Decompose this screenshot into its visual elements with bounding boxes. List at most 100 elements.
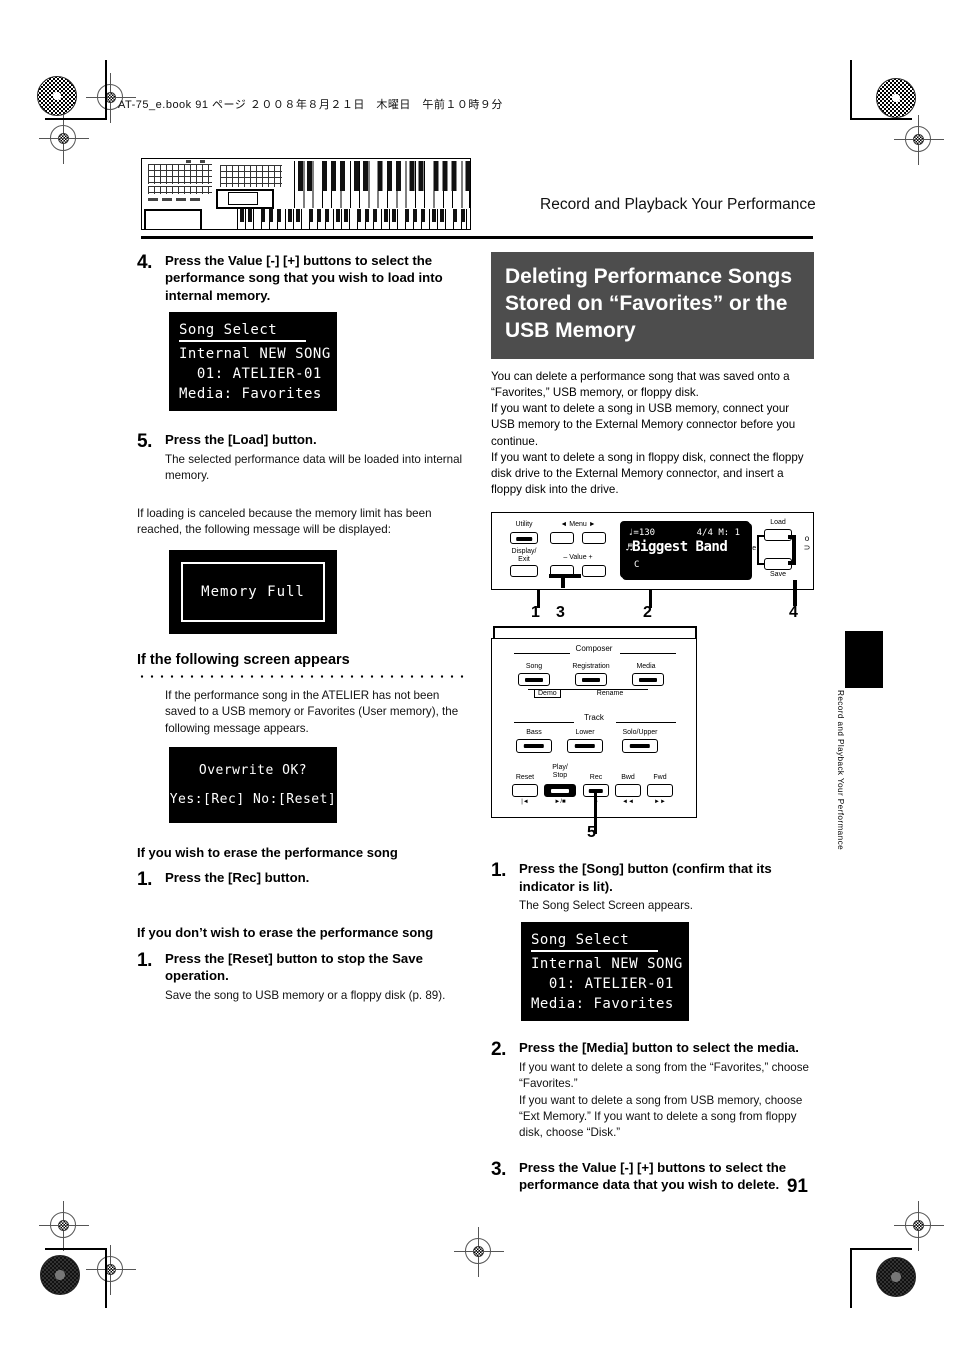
callout-number-4: 4: [789, 604, 798, 622]
banner-line-2: Stored on “Favorites” or the: [505, 291, 788, 315]
following-screen-paragraph: If the performance song in the ATELIER h…: [165, 689, 459, 735]
right-step-3-title: Press the Value [-] [+] buttons to selec…: [519, 1159, 787, 1192]
lcd-song-select-right-line1: Internal NEW SONG: [531, 956, 683, 973]
label-load: Load: [770, 519, 786, 527]
keyboard-panel-dot-c: [176, 198, 186, 201]
step-4: 4. Press the Value [-] [+] buttons to se…: [137, 252, 467, 304]
right-step-2-number: 2.: [491, 1039, 506, 1061]
lower-led-icon: [574, 744, 596, 749]
keyboard-top-switch-b: [200, 160, 205, 163]
banner-line-1: Deleting Performance Songs: [505, 265, 793, 288]
crop-mark-bottomright-v: [850, 1248, 852, 1308]
fwd-icon: ►►: [654, 799, 666, 806]
label-fwd-button: Fwd: [653, 774, 667, 782]
right-step-1: 1. Press the [Song] button (confirm that…: [491, 860, 814, 914]
registration-led-icon: [582, 678, 600, 683]
media-led-icon: [639, 678, 657, 683]
keyboard-upper-black-keys: [294, 161, 470, 191]
demo-connector: [528, 689, 590, 691]
keyboard-drawbar-grid-2: [148, 186, 212, 194]
button-value-plus[interactable]: [582, 565, 606, 578]
panel-right-marks: o ⊃: [803, 534, 811, 552]
right-step-1-note: The Song Select Screen appears.: [519, 899, 694, 913]
erase-step-1-title: Press the [Rec] button.: [165, 870, 310, 886]
right-step-1-number: 1.: [491, 860, 506, 882]
lcd-song-select-line2: 01: ATELIER-01: [179, 366, 322, 383]
label-display-exit: Display/Exit: [511, 548, 537, 563]
intro-paragraph-3: If you want to delete a song in floppy d…: [491, 450, 804, 497]
callout-number-5: 5: [587, 824, 596, 842]
button-reset[interactable]: [512, 784, 538, 798]
button-registration[interactable]: [575, 673, 607, 687]
composer-group-title: Composer: [575, 644, 613, 654]
registration-halftone-topright: [876, 78, 916, 118]
subheading-following-screen: If the following screen appears: [137, 652, 350, 669]
step-5-note: The selected performance data will be lo…: [165, 452, 463, 482]
lcd-song-select-right-line3: Media: Favorites: [531, 996, 674, 1013]
play-stop-led-icon: [551, 789, 569, 794]
crop-mark-bottomleft-v: [105, 1248, 107, 1308]
erase-step-1: 1. Press the [Rec] button.: [137, 869, 467, 891]
registration-halftone-bottomleft: [40, 1255, 80, 1295]
keyboard-highlight-composer: [144, 209, 202, 229]
right-step-2-note1: If you want to delete a song from the “F…: [519, 1060, 809, 1090]
button-solo-upper[interactable]: [622, 739, 658, 754]
label-registration-button: Registration: [572, 663, 610, 671]
button-utility[interactable]: [510, 532, 538, 545]
label-rec-button: Rec: [589, 774, 603, 782]
panel-diagram-bottom: Composer Song Registration Media Demo Re…: [491, 638, 697, 835]
keyboard-tone-buttons: [220, 165, 282, 187]
crop-mark-topleft-h: [45, 118, 107, 120]
crop-mark-bottomright-h: [850, 1248, 912, 1250]
erase-step-1-number: 1.: [137, 869, 152, 891]
keyboard-panel-dot-d: [190, 198, 200, 201]
load-callout-h: [788, 535, 796, 540]
panel-span-bracket-left: [493, 626, 539, 639]
right-step-3: 3. Press the Value [-] [+] buttons to se…: [491, 1159, 814, 1194]
button-fwd[interactable]: [647, 784, 673, 798]
keyboard-top-switch-a: [186, 160, 191, 163]
panel-span-bracket-mid: [539, 626, 651, 638]
bass-led-icon: [523, 744, 545, 749]
delete-bracket-bottom: [757, 563, 765, 566]
callout-number-1: 1: [531, 604, 540, 622]
print-build-header: AT-75_e.book 91 ページ ２００８年８月２１日 木曜日 午前１０時…: [118, 99, 503, 111]
keyboard-lcd: [228, 192, 258, 205]
button-display-exit[interactable]: [510, 565, 538, 578]
label-bwd-button: Bwd: [621, 774, 635, 782]
no-erase-step-1-title: Press the [Reset] button to stop the Sav…: [165, 950, 423, 984]
button-menu-right[interactable]: [582, 532, 606, 545]
keyboard-lower-black-keys: [237, 209, 467, 222]
step-5-title: Press the [Load] button.: [165, 432, 317, 448]
right-step-2-title: Press the [Media] button to select the m…: [519, 1040, 799, 1056]
label-play-stop-button: Play/Stop: [552, 764, 568, 779]
step-4-title: Press the Value [-] [+] buttons to selec…: [165, 253, 443, 303]
label-bass-button: Bass: [526, 729, 542, 737]
lcd-memory-full: Memory Full: [169, 550, 337, 635]
page-number: 91: [786, 1176, 808, 1197]
play-stop-icon: ►/■: [554, 799, 566, 806]
button-play-stop[interactable]: [544, 784, 576, 798]
button-bass[interactable]: [516, 739, 552, 754]
lcd-song-select-line1: Internal NEW SONG: [179, 346, 331, 363]
right-step-3-number: 3.: [491, 1158, 506, 1180]
button-lower[interactable]: [567, 739, 603, 754]
utility-led-icon: [516, 537, 532, 542]
button-song[interactable]: [518, 673, 550, 687]
subheading-erase-song: If you wish to erase the performance son…: [137, 844, 398, 860]
lcd-overwrite-ok: Overwrite OK? Yes:[Rec] No:[Reset]: [169, 746, 337, 823]
intro-text: You can delete a performance song that w…: [491, 369, 814, 499]
registration-cross-left-upper: [39, 114, 89, 164]
no-erase-step-1-number: 1.: [137, 949, 152, 971]
button-media[interactable]: [632, 673, 664, 687]
composer-rule-right: [620, 653, 676, 655]
registration-cross-bottomleft: [86, 1245, 136, 1295]
panel-lcd-tempo: ♩=130: [628, 528, 656, 539]
lcd-song-select-title: Song Select: [179, 322, 307, 343]
lcd-song-select-right-line2: 01: ATELIER-01: [531, 976, 674, 993]
button-bwd[interactable]: [615, 784, 641, 798]
label-song-button: Song: [525, 663, 543, 671]
intro-paragraph-1: You can delete a performance song that w…: [491, 369, 790, 399]
button-menu-left[interactable]: [550, 532, 574, 545]
save-callout-h: [788, 561, 796, 566]
